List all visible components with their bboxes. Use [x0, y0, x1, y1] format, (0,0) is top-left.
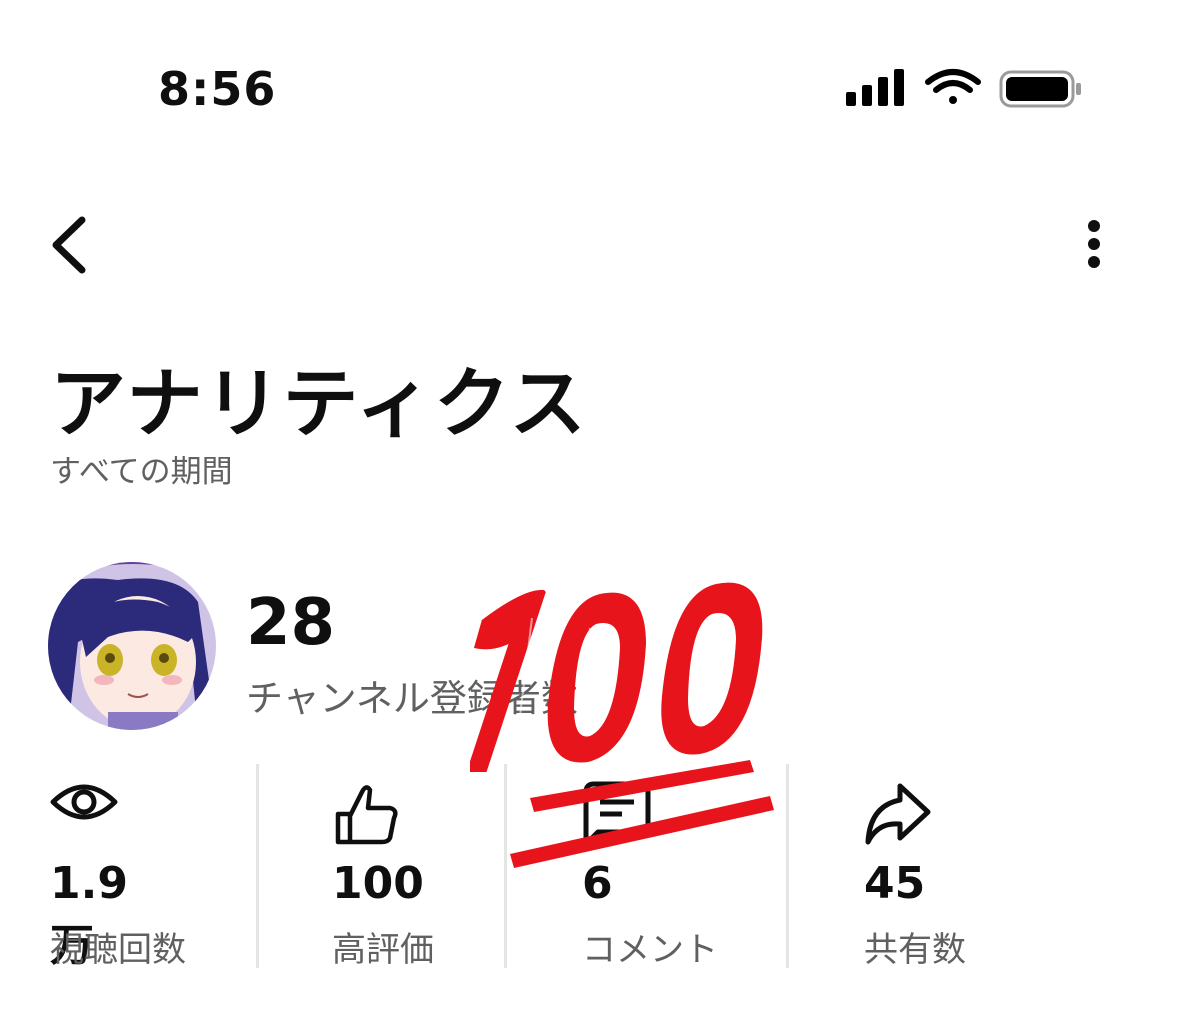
stat-label: 高評価	[332, 930, 434, 970]
stat-label: 共有数	[864, 930, 966, 970]
thumbs-up-icon	[335, 785, 398, 845]
stat-value: 45	[864, 858, 926, 909]
chevron-left-icon	[52, 216, 86, 274]
stat-value: 100	[332, 858, 424, 909]
hundred-points-emoji: 100	[466, 548, 790, 878]
divider	[256, 764, 259, 968]
status-icons	[844, 66, 1084, 110]
wifi-icon	[925, 69, 981, 104]
stat-label: コメント	[582, 930, 718, 970]
hundred-text: 100	[470, 548, 472, 549]
eye-icon	[50, 784, 118, 820]
subscriber-count: 28	[246, 586, 336, 660]
back-button[interactable]	[44, 210, 96, 280]
channel-avatar[interactable]	[48, 562, 216, 730]
battery-icon	[999, 70, 1081, 108]
stat-label: 視聴回数	[50, 930, 186, 970]
status-time: 8:56	[158, 62, 277, 116]
cellular-signal-icon	[846, 69, 904, 106]
more-options-button[interactable]	[1072, 214, 1116, 274]
share-icon	[865, 783, 931, 845]
page-title: アナリティクス	[50, 359, 588, 448]
more-vertical-icon	[1088, 220, 1100, 268]
period-label[interactable]: すべての期間	[50, 446, 233, 491]
